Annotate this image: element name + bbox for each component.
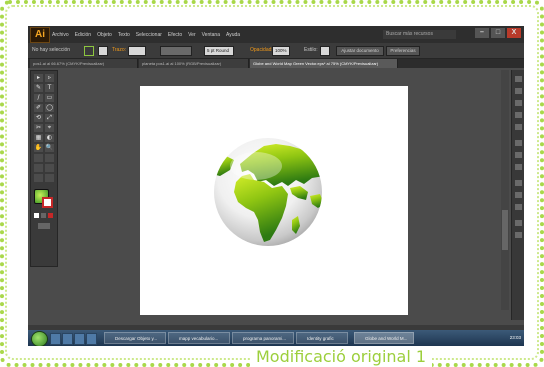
line-tool-icon[interactable]: / <box>34 94 43 102</box>
transform-panel-icon[interactable] <box>515 232 522 238</box>
window-controls: – □ X <box>475 28 521 38</box>
quicklaunch-browser-icon[interactable] <box>62 333 73 345</box>
quicklaunch-folder-icon[interactable] <box>86 333 97 345</box>
rectangle-tool-icon[interactable]: ▭ <box>45 94 54 102</box>
start-button[interactable] <box>31 331 48 346</box>
opacity-value: 100% <box>275 48 287 53</box>
scroll-thumb[interactable] <box>502 210 508 250</box>
tab-document-3[interactable]: Globe and World Map Green Vector.eps* al… <box>250 59 398 68</box>
menu-item-ventana[interactable]: Ventana <box>202 32 220 38</box>
scale-tool-icon[interactable]: ⤢ <box>45 114 54 122</box>
pen-tool-icon[interactable]: ✎ <box>34 84 43 92</box>
windows-taskbar: Descargar Objeto y... mapp vecabulario..… <box>28 330 524 346</box>
taskbar-item-3[interactable]: programa panorami... <box>232 332 294 344</box>
brush-dropdown[interactable]: 5 pt Round <box>204 46 234 56</box>
brush-value: 5 pt Round <box>207 48 230 53</box>
globe-illustration[interactable] <box>212 136 324 248</box>
rotate-tool-icon[interactable]: ⟲ <box>34 114 43 122</box>
vertical-scrollbar[interactable] <box>501 70 509 310</box>
menu-item-ayuda[interactable]: Ayuda <box>226 32 240 38</box>
eraser-tool-icon[interactable] <box>45 174 54 182</box>
zoom-tool-icon[interactable]: 🔍 <box>45 144 54 152</box>
illustrator-logo: Ai <box>30 27 50 43</box>
taskbar-item-4[interactable]: Identity grafic <box>296 332 348 344</box>
quicklaunch-explorer-icon[interactable] <box>50 333 61 345</box>
mesh-tool-icon[interactable] <box>34 164 43 172</box>
taskbar-item-1[interactable]: Descargar Objeto y... <box>104 332 166 344</box>
style-label: Estilo: <box>304 47 318 53</box>
minimize-button[interactable]: – <box>475 28 489 38</box>
menu-bar: Ai Archivo Edición Objeto Texto Seleccio… <box>28 26 524 43</box>
opacity-field[interactable]: 100% <box>272 46 290 56</box>
color-panel-icon[interactable] <box>515 76 522 82</box>
graph-tool-icon[interactable]: ▦ <box>34 134 43 142</box>
layers-panel-icon[interactable] <box>515 192 522 198</box>
fill-swatch[interactable] <box>84 46 94 56</box>
swatches-panel-icon[interactable] <box>515 88 522 94</box>
transparency-panel-icon[interactable] <box>515 164 522 170</box>
search-input[interactable]: Buscar más recursos <box>383 30 456 39</box>
ellipse-tool-icon[interactable]: ◯ <box>45 104 54 112</box>
illustrator-window: Ai Archivo Edición Objeto Texto Seleccio… <box>28 26 524 346</box>
style-swatch[interactable] <box>320 46 330 56</box>
screen-mode-icon[interactable] <box>38 223 50 229</box>
none-mode-icon[interactable] <box>48 213 53 218</box>
preferences-button[interactable]: Preferencias <box>386 46 420 56</box>
menu-item-ver[interactable]: Ver <box>188 32 196 38</box>
tab-document-1[interactable]: pos1.ai al 66.67% (CMYK/Previsualizar) <box>30 59 138 68</box>
tools-panel: ▸ ▹ ✎ T / ▭ ✐ ◯ ⟲ ⤢ ✂ ⌖ ▦ ◐ ✋ 🔍 <box>30 70 58 267</box>
graphic-styles-panel-icon[interactable] <box>515 124 522 130</box>
type-tool-icon[interactable]: T <box>45 84 54 92</box>
gradient-tool-icon[interactable]: ◐ <box>45 134 54 142</box>
menu-item-seleccionar[interactable]: Seleccionar <box>136 32 162 38</box>
menu-item-archivo[interactable]: Archivo <box>52 32 69 38</box>
pencil-tool-icon[interactable]: ✐ <box>34 104 43 112</box>
brushes-panel-icon[interactable] <box>515 100 522 106</box>
document-setup-button[interactable]: Ajustar documento <box>336 46 384 56</box>
control-bar: No hay selección Trazo: 5 pt Round Opaci… <box>28 43 524 59</box>
artboard[interactable] <box>140 86 408 315</box>
taskbar-item-2[interactable]: mapp vecabulario... <box>168 332 230 344</box>
hand-tool-icon[interactable]: ✋ <box>34 144 43 152</box>
selection-tool-icon[interactable]: ▸ <box>34 74 43 82</box>
gradient-mode-icon[interactable] <box>41 213 46 218</box>
caption: Modificació original 1 <box>250 346 433 367</box>
variable-width-dropdown[interactable] <box>160 46 192 56</box>
system-clock[interactable]: 23:03 <box>510 332 521 344</box>
blend-tool-icon[interactable] <box>34 154 43 162</box>
scissors-tool-icon[interactable]: ✂ <box>34 124 43 132</box>
selection-status: No hay selección <box>32 47 71 53</box>
document-tabs: pos1.ai al 66.67% (CMYK/Previsualizar) p… <box>28 59 524 68</box>
stroke-swatch[interactable] <box>98 46 108 56</box>
menu: Archivo Edición Objeto Texto Seleccionar… <box>52 26 240 43</box>
direct-selection-tool-icon[interactable]: ▹ <box>45 74 54 82</box>
globe-highlight <box>230 152 282 180</box>
quicklaunch-media-icon[interactable] <box>74 333 85 345</box>
stroke-weight-field[interactable] <box>128 46 146 56</box>
symbols-panel-icon[interactable] <box>515 112 522 118</box>
stroke-label: Trazo: <box>112 47 126 53</box>
symbol-tool-icon[interactable]: ⌖ <box>45 124 54 132</box>
taskbar-item-5[interactable]: Globe and World M... <box>354 332 414 344</box>
menu-item-edicion[interactable]: Edición <box>75 32 91 38</box>
tab-document-2[interactable]: planeta pos1.ai al 100% (RGB/Previsualiz… <box>139 59 249 68</box>
stroke-panel-icon[interactable] <box>515 140 522 146</box>
stroke-color-swatch[interactable] <box>42 197 53 208</box>
menu-item-texto[interactable]: Texto <box>118 32 130 38</box>
menu-item-efecto[interactable]: Efecto <box>168 32 182 38</box>
opacity-label: Opacidad: <box>250 47 273 53</box>
maximize-button[interactable]: □ <box>491 28 505 38</box>
appearance-panel-icon[interactable] <box>515 180 522 186</box>
panels-dock <box>511 70 524 320</box>
align-panel-icon[interactable] <box>515 220 522 226</box>
color-mode-icon[interactable] <box>34 213 39 218</box>
gradient-panel-icon[interactable] <box>515 152 522 158</box>
artboard-tool-icon[interactable] <box>34 174 43 182</box>
slice-tool-icon[interactable] <box>45 164 54 172</box>
close-button[interactable]: X <box>507 28 521 38</box>
eyedropper-tool-icon[interactable] <box>45 154 54 162</box>
menu-item-objeto[interactable]: Objeto <box>97 32 112 38</box>
artboards-panel-icon[interactable] <box>515 204 522 210</box>
